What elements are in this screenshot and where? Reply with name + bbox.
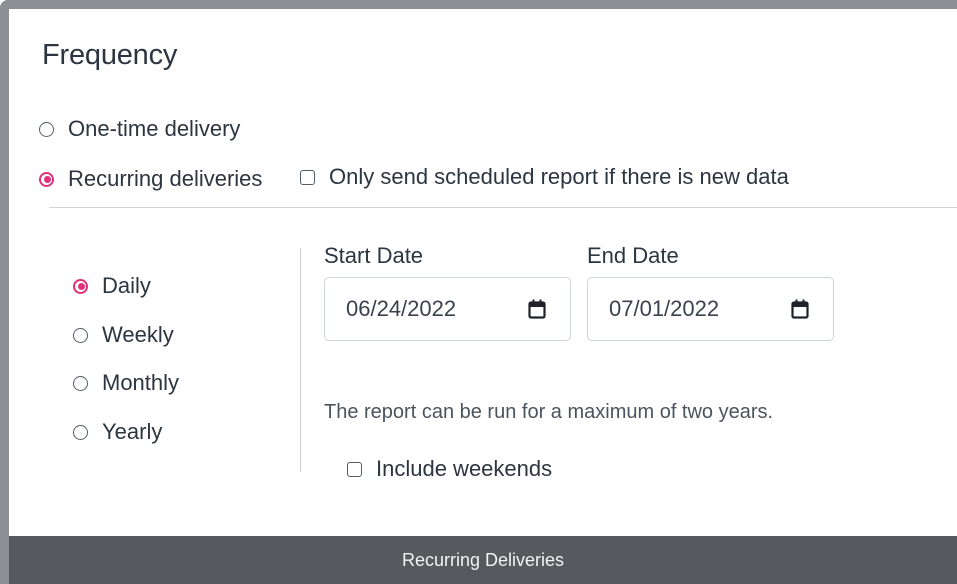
section-title: Frequency: [42, 39, 178, 71]
radio-label: Yearly: [102, 419, 163, 444]
radio-monthly[interactable]: Monthly: [73, 370, 179, 396]
radio-yearly[interactable]: Yearly: [73, 419, 162, 445]
radio-button-selected[interactable]: [73, 278, 88, 294]
end-date-value: 07/01/2022: [609, 296, 720, 321]
calendar-icon[interactable]: [791, 299, 809, 319]
frequency-panel: Frequency One-time delivery Recurring de…: [0, 0, 957, 584]
start-date-value: 06/24/2022: [346, 296, 457, 321]
radio-label: Weekly: [102, 322, 174, 347]
radio-one-time-delivery[interactable]: One-time delivery: [39, 116, 240, 142]
radio-button[interactable]: [73, 375, 88, 391]
radio-button[interactable]: [73, 327, 88, 343]
footer-caption: Recurring Deliveries: [9, 536, 957, 584]
end-date-input[interactable]: 07/01/2022: [587, 277, 834, 341]
radio-button-selected[interactable]: [39, 171, 54, 187]
radio-label: One-time delivery: [68, 116, 241, 141]
max-duration-note: The report can be run for a maximum of t…: [324, 401, 774, 423]
radio-weekly[interactable]: Weekly: [73, 322, 174, 348]
end-date-label: End Date: [587, 243, 679, 268]
radio-button[interactable]: [39, 121, 54, 137]
checkbox-label: Only send scheduled report if there is n…: [329, 164, 789, 189]
start-date-input[interactable]: 06/24/2022: [324, 277, 571, 341]
radio-label: Daily: [102, 273, 151, 298]
radio-daily[interactable]: Daily: [73, 273, 151, 299]
radio-button[interactable]: [73, 424, 88, 440]
include-weekends-checkbox[interactable]: Include weekends: [347, 456, 552, 482]
radio-recurring-deliveries[interactable]: Recurring deliveries: [39, 166, 262, 192]
checkbox[interactable]: [347, 461, 362, 477]
divider: [49, 207, 957, 208]
radio-label: Recurring deliveries: [68, 166, 263, 191]
start-date-label: Start Date: [324, 243, 424, 268]
footer-label: Recurring Deliveries: [401, 549, 565, 570]
new-data-checkbox[interactable]: Only send scheduled report if there is n…: [300, 164, 789, 190]
checkbox-label: Include weekends: [376, 456, 553, 481]
radio-label: Monthly: [102, 370, 180, 395]
calendar-icon[interactable]: [528, 299, 546, 319]
vertical-divider: [300, 248, 301, 472]
checkbox[interactable]: [300, 169, 315, 185]
